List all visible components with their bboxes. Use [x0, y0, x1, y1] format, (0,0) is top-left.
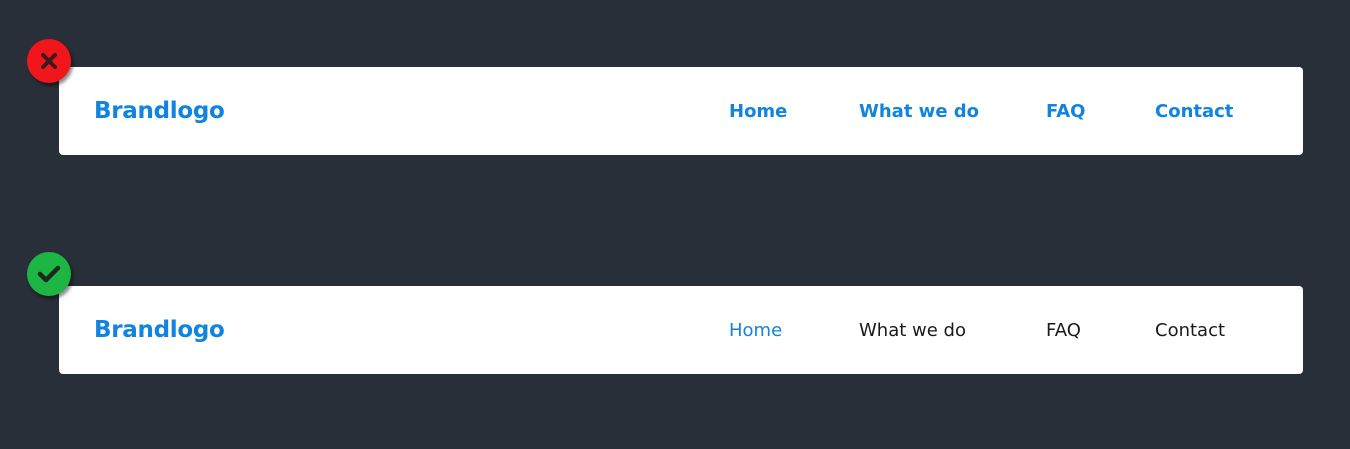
- nav-link-home[interactable]: Home: [729, 320, 782, 341]
- nav-link-faq[interactable]: FAQ: [1046, 320, 1081, 341]
- checkmark-icon: [27, 252, 71, 296]
- close-icon: [27, 39, 71, 83]
- nav-link-faq[interactable]: FAQ: [1046, 101, 1085, 122]
- checkmark-icon-glyph: [37, 265, 61, 283]
- nav-link-home[interactable]: Home: [729, 101, 787, 122]
- nav-link-what-we-do[interactable]: What we do: [859, 101, 979, 122]
- brand-logo[interactable]: Brandlogo: [94, 98, 225, 124]
- nav-link-what-we-do[interactable]: What we do: [859, 320, 966, 341]
- nav-link-contact[interactable]: Contact: [1155, 101, 1233, 122]
- navbar-good-example: Brandlogo Home What we do FAQ Contact: [59, 286, 1303, 374]
- navbar-bad-example: Brandlogo Home What we do FAQ Contact: [59, 67, 1303, 155]
- close-icon-glyph: [41, 53, 57, 69]
- nav-link-contact[interactable]: Contact: [1155, 320, 1225, 341]
- brand-logo[interactable]: Brandlogo: [94, 317, 225, 343]
